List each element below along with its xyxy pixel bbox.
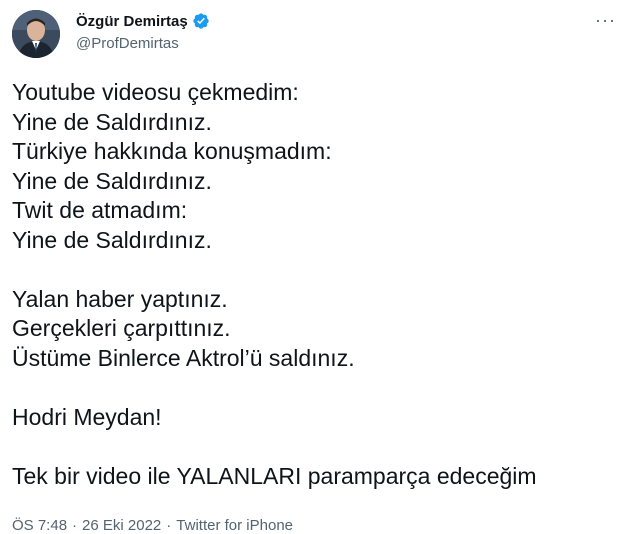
tweet-line: Yine de Saldırdınız. [12, 167, 212, 194]
author-name-row: Özgür Demirtaş [76, 12, 210, 30]
author-handle[interactable]: @ProfDemirtas [76, 35, 179, 52]
tweet-time[interactable]: ÖS 7:48 [12, 517, 67, 534]
tweet-line: Üstüme Binlerce Aktrol’ü saldınız. [12, 344, 355, 371]
meta-separator: · [72, 517, 78, 534]
tweet-line: Yine de Saldırdınız. [12, 226, 212, 253]
meta-separator: · [166, 517, 172, 534]
more-options-icon[interactable]: ··· [595, 10, 616, 30]
tweet-line: Youtube videosu çekmedim: [12, 79, 299, 105]
tweet-source[interactable]: Twitter for iPhone [176, 517, 293, 534]
tweet-line: Twit de atmadım: [12, 197, 188, 223]
author-display-name[interactable]: Özgür Demirtaş [76, 13, 188, 30]
verified-badge-icon [192, 12, 210, 30]
tweet-line: Yalan haber yaptınız. [12, 285, 228, 312]
tweet-line: Hodri Meydan! [12, 403, 162, 430]
tweet-line: Türkiye hakkında konuşmadım: [12, 138, 332, 164]
tweet-text: Youtube videosu çekmedim: Yine de Saldırd… [12, 78, 612, 491]
tweet-line: Yine de Saldırdınız. [12, 108, 212, 135]
avatar[interactable] [12, 10, 60, 58]
tweet-date[interactable]: 26 Eki 2022 [82, 517, 161, 534]
tweet-line: Tek bir video ile YALANLARI paramparça e… [12, 462, 537, 489]
tweet-line: Gerçekleri çarpıttınız. [12, 315, 231, 341]
tweet-meta: ÖS 7:48 · 26 Eki 2022 · Twitter for iPhone [12, 517, 293, 534]
